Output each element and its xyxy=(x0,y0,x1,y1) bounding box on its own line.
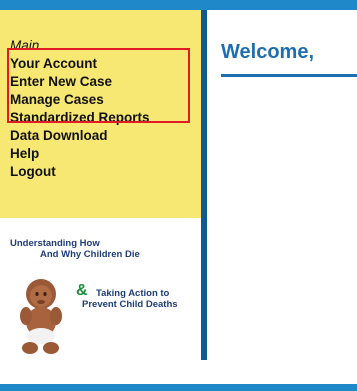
vertical-divider xyxy=(201,10,207,360)
baby-image xyxy=(20,279,62,354)
highlight-box xyxy=(7,48,190,123)
bottom-bar xyxy=(0,384,357,391)
welcome-underline xyxy=(221,74,357,77)
nav-item-help[interactable]: Help xyxy=(10,145,150,163)
promo-banner[interactable]: Understanding How And Why Children Die &… xyxy=(0,238,201,360)
page: Main Your Account Enter New Case Manage … xyxy=(0,0,357,391)
promo-line-3: Taking Action to xyxy=(96,288,170,299)
promo-line-1: Understanding How xyxy=(10,238,100,249)
top-banner-bar xyxy=(0,0,357,10)
sidebar: Main Your Account Enter New Case Manage … xyxy=(0,10,201,354)
nav-item-data-download[interactable]: Data Download xyxy=(10,127,150,145)
sidebar-nav: Main Your Account Enter New Case Manage … xyxy=(0,10,201,218)
nav-item-logout[interactable]: Logout xyxy=(10,163,150,181)
welcome-heading: Welcome, xyxy=(221,41,314,63)
promo-ampersand: & xyxy=(76,282,88,299)
promo-line-4: Prevent Child Deaths xyxy=(82,299,178,310)
promo-line-2: And Why Children Die xyxy=(40,249,140,260)
